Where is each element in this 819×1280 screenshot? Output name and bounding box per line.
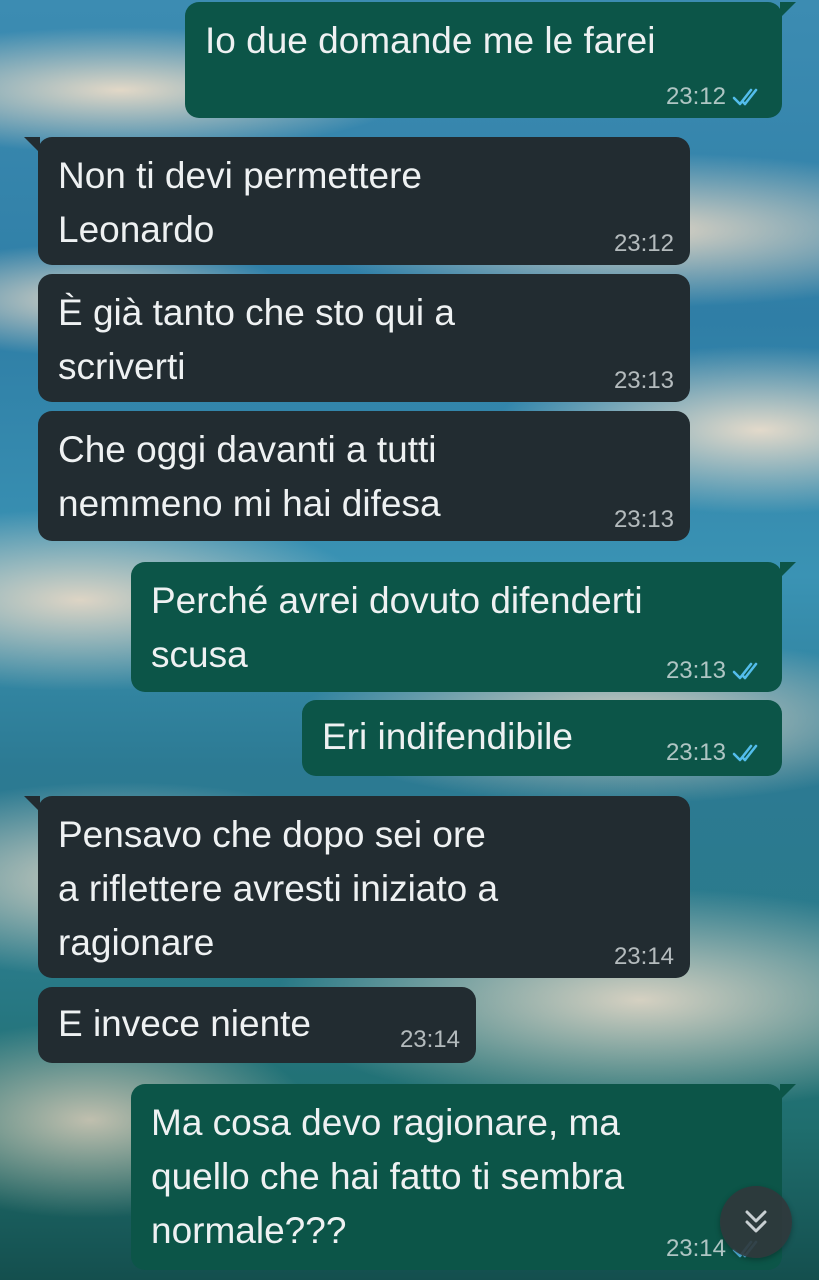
message-time: 23:13: [613, 506, 674, 533]
message-text: Io due domande me le farei: [205, 20, 656, 61]
message-time: 23:12: [665, 83, 726, 110]
message-text: Non ti devi permettere Leonardo: [58, 155, 423, 250]
message-bubble-outgoing[interactable]: Ma cosa devo ragionare, ma quello che ha…: [131, 1084, 796, 1270]
message-text: Che oggi davanti a tutti nemmeno mi hai …: [58, 429, 441, 524]
read-ticks-icon: [732, 662, 758, 680]
double-chevron-down-icon: [745, 1210, 767, 1233]
message-bubble-incoming[interactable]: Pensavo che dopo sei ore a riflettere av…: [24, 796, 690, 978]
scroll-to-bottom-button[interactable]: [720, 1186, 792, 1258]
message-time: 23:13: [665, 739, 726, 766]
read-ticks-icon: [732, 88, 758, 106]
message-text: È già tanto che sto qui a scriverti: [58, 292, 455, 387]
message-bubble-incoming[interactable]: Che oggi davanti a tutti nemmeno mi hai …: [38, 411, 690, 541]
message-bubble-outgoing[interactable]: Perché avrei dovuto difenderti scusa 23:…: [131, 562, 796, 692]
message-text: E invece niente: [58, 1003, 312, 1044]
message-time: 23:14: [665, 1235, 726, 1262]
message-time: 23:13: [613, 367, 674, 394]
message-time: 23:13: [665, 657, 726, 684]
message-bubble-incoming[interactable]: È già tanto che sto qui a scriverti 23:1…: [38, 274, 690, 402]
message-time: 23:12: [613, 230, 674, 257]
message-bubble-incoming[interactable]: Non ti devi permettere Leonardo 23:12: [24, 137, 690, 265]
message-bubble-incoming[interactable]: E invece niente 23:14: [38, 987, 476, 1063]
message-time: 23:14: [399, 1026, 460, 1053]
message-bubble-outgoing[interactable]: Eri indifendibile 23:13: [302, 700, 782, 776]
chat-background: Io due domande me le farei 23:12 Non ti …: [0, 0, 819, 1280]
message-bubble-outgoing[interactable]: Io due domande me le farei 23:12: [185, 2, 796, 118]
message-text: Pensavo che dopo sei ore a riflettere av…: [58, 814, 499, 963]
read-ticks-icon: [732, 744, 758, 762]
message-time: 23:14: [613, 943, 674, 970]
